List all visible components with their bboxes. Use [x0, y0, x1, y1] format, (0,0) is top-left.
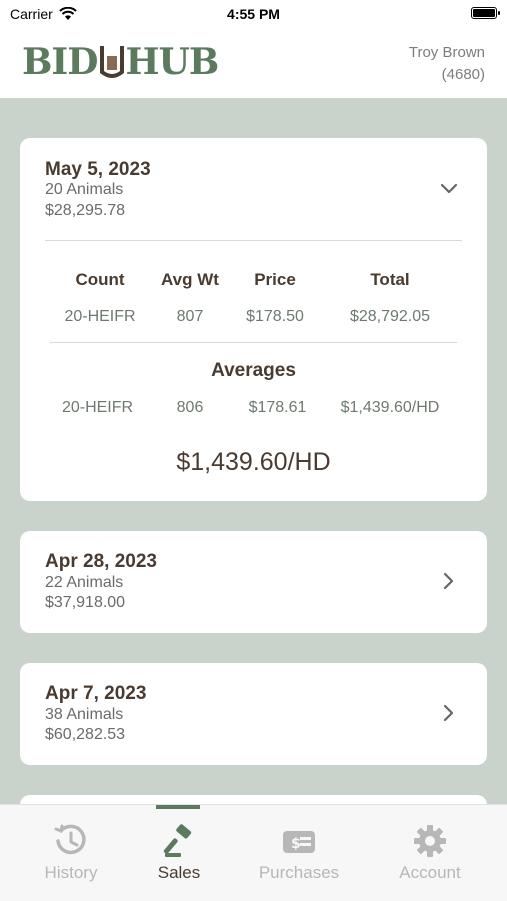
- column-header-price: Price: [254, 270, 296, 289]
- svg-text:$: $: [291, 836, 301, 852]
- row-total: $28,792.05: [349, 308, 431, 325]
- avg-weight: 806: [176, 399, 204, 416]
- sale-date: Apr 28, 2023: [45, 551, 157, 572]
- total-per-head: $1,439.60/HD: [176, 448, 331, 476]
- bill-icon: $: [283, 831, 315, 853]
- status-bar: Carrier 4:55 PM: [0, 0, 507, 30]
- user-info[interactable]: Troy Brown (4680): [409, 42, 485, 86]
- sale-card[interactable]: Apr 28, 2023 22 Animals $37,918.00: [20, 531, 487, 633]
- tab-purchases[interactable]: $ Purchases: [236, 805, 362, 901]
- tab-label: Account: [399, 863, 461, 882]
- sale-card[interactable]: [20, 795, 487, 804]
- sale-card[interactable]: Apr 7, 2023 38 Animals $60,282.53: [20, 663, 487, 765]
- tab-bar: History Sales $ Purchases Account: [0, 804, 507, 901]
- user-id: (4680): [441, 66, 485, 83]
- gavel-icon: [163, 824, 192, 857]
- logo-text-hub: HUB: [125, 41, 220, 83]
- battery-icon: [471, 7, 500, 19]
- column-header-avg-wt: Avg Wt: [161, 270, 219, 289]
- sale-animal-count: 38 Animals: [45, 706, 124, 723]
- active-tab-indicator: [156, 805, 200, 809]
- sale-amount: $28,295.78: [45, 202, 126, 219]
- tab-label: Purchases: [258, 863, 340, 882]
- chevron-right-icon[interactable]: [439, 703, 459, 723]
- divider: [50, 342, 457, 343]
- divider: [45, 240, 462, 241]
- sales-list[interactable]: May 5, 2023 20 Animals $28,295.78 Count …: [0, 98, 507, 804]
- sale-animal-count: 22 Animals: [45, 574, 124, 591]
- tab-account[interactable]: Account: [367, 805, 493, 901]
- column-header-total: Total: [370, 270, 410, 289]
- gear-icon: [414, 825, 446, 857]
- bidhub-logo: BID HUB: [22, 38, 220, 86]
- column-header-count: Count: [75, 270, 125, 289]
- averages-title: Averages: [211, 360, 296, 381]
- sale-date: Apr 7, 2023: [45, 683, 147, 704]
- tab-label: Sales: [157, 863, 201, 882]
- sale-amount: $60,282.53: [45, 726, 126, 743]
- row-count: 20-HEIFR: [64, 308, 136, 325]
- row-avg-wt: 807: [176, 308, 204, 325]
- avg-per-head: $1,439.60/HD: [340, 399, 440, 416]
- status-time: 4:55 PM: [227, 6, 280, 22]
- row-price: $178.50: [246, 308, 304, 325]
- avg-price: $178.61: [248, 399, 307, 416]
- user-name: Troy Brown: [408, 44, 485, 61]
- logo-text-bid: BID: [22, 41, 98, 83]
- chevron-right-icon[interactable]: [439, 571, 459, 591]
- sale-card-expanded[interactable]: May 5, 2023 20 Animals $28,295.78 Count …: [20, 138, 487, 501]
- history-icon: [54, 824, 86, 855]
- tab-sales[interactable]: Sales: [116, 805, 242, 901]
- app-header: BID HUB Troy Brown (4680): [0, 30, 507, 98]
- sale-amount: $37,918.00: [45, 594, 126, 611]
- avg-count: 20-HEIFR: [61, 399, 134, 416]
- logo-gavel-icon: [99, 46, 124, 78]
- sale-animal-count: 20 Animals: [45, 181, 124, 198]
- sale-date: May 5, 2023: [45, 159, 151, 180]
- chevron-down-icon[interactable]: [439, 179, 459, 199]
